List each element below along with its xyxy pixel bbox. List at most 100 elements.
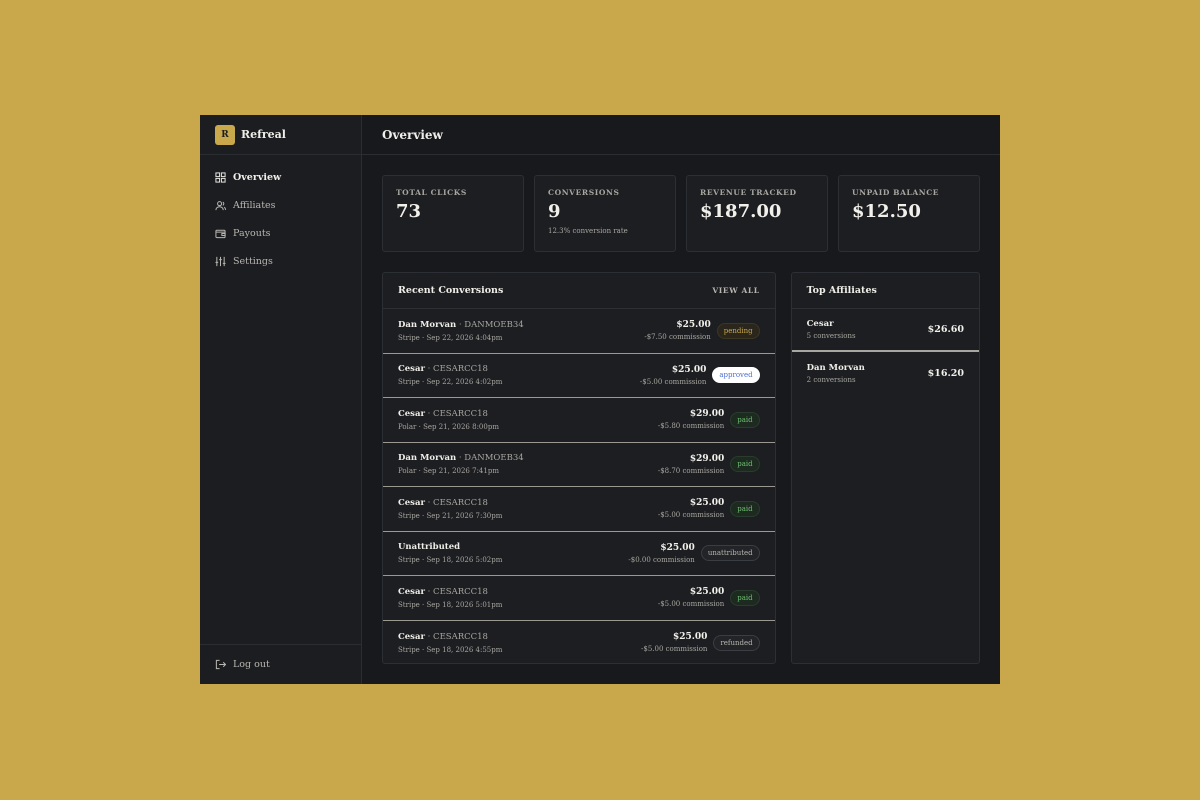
affiliate-name: Cesar xyxy=(398,586,425,597)
status-badge: paid xyxy=(730,500,760,517)
main-area: Overview TOTAL CLICKS 73 CONVERSIONS 9 1… xyxy=(362,115,1000,684)
conversion-right: $25.00 -$5.00 commission approved xyxy=(640,365,760,386)
conversion-amount: $25.00 xyxy=(672,632,708,643)
brand[interactable]: R Refreal xyxy=(200,115,361,155)
content: TOTAL CLICKS 73 CONVERSIONS 9 12.3% conv… xyxy=(362,155,1000,664)
conversion-name: Cesar · CESARCC18 xyxy=(398,632,502,642)
conversion-right: $29.00 -$8.70 commission paid xyxy=(658,454,760,475)
conversion-name: Unattributed xyxy=(398,542,502,552)
conversion-info: Unattributed Stripe · Sep 18, 2026 5:02p… xyxy=(398,542,502,564)
conversion-info: Dan Morvan · DANMOEB34 Stripe · Sep 22, … xyxy=(398,320,524,342)
panel-header: Top Affiliates xyxy=(791,273,979,309)
users-icon xyxy=(215,200,226,211)
conversion-info: Cesar · CESARCC18 Polar · Sep 21, 2026 8… xyxy=(398,409,499,431)
conversion-info: Dan Morvan · DANMOEB34 Polar · Sep 21, 2… xyxy=(398,453,524,475)
list-item[interactable]: Cesar 5 conversions $26.60 xyxy=(791,309,979,352)
page-title: Overview xyxy=(362,115,1000,155)
stat-value: 73 xyxy=(396,201,422,222)
affiliate-name: Cesar xyxy=(398,631,425,642)
conversion-commission: -$5.80 commission xyxy=(657,422,725,431)
affiliate-name: Cesar xyxy=(398,364,425,375)
affiliate-conversions: 5 conversions xyxy=(806,332,856,340)
brand-logo: R xyxy=(215,124,235,145)
affiliate-name: Unattributed xyxy=(398,542,461,553)
stats-row: TOTAL CLICKS 73 CONVERSIONS 9 12.3% conv… xyxy=(382,175,980,252)
table-row[interactable]: Dan Morvan · DANMOEB34 Polar · Sep 21, 2… xyxy=(383,443,775,487)
table-row[interactable]: Cesar · CESARCC18 Polar · Sep 21, 2026 8… xyxy=(383,398,775,443)
affiliate-info: Dan Morvan 2 conversions xyxy=(807,363,865,384)
conversion-amount: $25.00 xyxy=(689,498,725,509)
stat-value: $12.50 xyxy=(852,201,921,222)
conversion-commission: -$0.00 commission xyxy=(628,555,695,564)
conversion-info: Cesar · CESARCC18 Stripe · Sep 18, 2026 … xyxy=(398,587,502,609)
conversion-code: · CESARCC18 xyxy=(424,408,488,419)
stat-label: UNPAID BALANCE xyxy=(852,188,940,197)
stat-card-total-clicks: TOTAL CLICKS 73 xyxy=(382,175,524,252)
stat-card-revenue-tracked: REVENUE TRACKED $187.00 xyxy=(686,175,828,252)
conversion-amount: $29.00 xyxy=(689,453,725,464)
sidebar-item-label: Payouts xyxy=(233,227,271,239)
conversion-code: · CESARCC18 xyxy=(424,586,488,597)
conversion-info: Cesar · CESARCC18 Stripe · Sep 21, 2026 … xyxy=(398,498,502,520)
affiliate-name: Cesar xyxy=(398,408,425,419)
view-all-link[interactable]: VIEW ALL xyxy=(712,286,759,295)
sidebar-item-overview[interactable]: Overview xyxy=(200,163,361,191)
stat-sub: 12.3% conversion rate xyxy=(548,227,628,235)
recent-conversions-panel: Recent Conversions VIEW ALL Dan Morvan ·… xyxy=(382,272,776,664)
stat-label: TOTAL CLICKS xyxy=(396,188,467,197)
conversion-right: $25.00 -$5.00 commission refunded xyxy=(641,632,760,653)
list-item[interactable]: Dan Morvan 2 conversions $16.20 xyxy=(792,352,979,395)
logout-button[interactable]: Log out xyxy=(200,644,361,684)
conversion-name: Cesar · CESARCC18 xyxy=(398,498,502,508)
table-row[interactable]: Cesar · CESARCC18 Stripe · Sep 21, 2026 … xyxy=(383,487,775,532)
amount-block: $25.00 -$5.00 commission xyxy=(658,498,724,519)
conversion-name: Cesar · CESARCC18 xyxy=(398,587,502,597)
conversion-info: Cesar · CESARCC18 Stripe · Sep 22, 2026 … xyxy=(398,364,502,386)
conversion-amount: $25.00 xyxy=(676,320,711,331)
panel-header: Recent Conversions VIEW ALL xyxy=(383,273,775,309)
conversion-meta: Stripe · Sep 22, 2026 4:02pm xyxy=(398,378,503,387)
amount-block: $25.00 -$7.50 commission xyxy=(644,320,710,341)
status-badge: paid xyxy=(730,411,760,428)
stat-value: $187.00 xyxy=(700,201,782,222)
conversions-list: Dan Morvan · DANMOEB34 Stripe · Sep 22, … xyxy=(383,309,775,664)
conversion-meta: Stripe · Sep 18, 2026 5:02pm xyxy=(398,556,503,565)
conversion-name: Cesar · CESARCC18 xyxy=(398,409,499,419)
sidebar-nav: Overview Affiliates Payouts Settings xyxy=(200,155,361,644)
status-badge: paid xyxy=(730,456,760,473)
sidebar-item-payouts[interactable]: Payouts xyxy=(200,219,361,247)
table-row[interactable]: Cesar · CESARCC18 Stripe · Sep 22, 2026 … xyxy=(383,354,775,398)
table-row[interactable]: Cesar · CESARCC18 Stripe · Sep 18, 2026 … xyxy=(383,621,775,664)
conversion-amount: $29.00 xyxy=(689,409,725,420)
affiliate-amount: $26.60 xyxy=(927,324,964,335)
app-window: R Refreal Overview Affiliates Payouts Se… xyxy=(200,115,1000,684)
sidebar-item-affiliates[interactable]: Affiliates xyxy=(200,191,361,219)
affiliate-name: Dan Morvan xyxy=(398,319,457,330)
table-row[interactable]: Unattributed Stripe · Sep 18, 2026 5:02p… xyxy=(383,532,775,576)
conversion-amount: $25.00 xyxy=(671,364,707,375)
conversion-commission: -$7.50 commission xyxy=(644,333,711,342)
table-row[interactable]: Cesar · CESARCC18 Stripe · Sep 18, 2026 … xyxy=(383,576,775,621)
stat-label: CONVERSIONS xyxy=(548,188,620,197)
conversion-right: $25.00 -$5.00 commission paid xyxy=(658,498,760,519)
conversion-meta: Stripe · Sep 18, 2026 5:01pm xyxy=(398,600,503,609)
conversion-name: Dan Morvan · DANMOEB34 xyxy=(398,320,524,330)
conversion-commission: -$5.00 commission xyxy=(657,600,725,609)
conversion-commission: -$8.70 commission xyxy=(657,466,725,475)
amount-block: $29.00 -$5.80 commission xyxy=(658,409,724,430)
conversion-info: Cesar · CESARCC18 Stripe · Sep 18, 2026 … xyxy=(398,632,502,654)
conversion-right: $25.00 -$7.50 commission pending xyxy=(644,320,760,341)
conversion-commission: -$5.00 commission xyxy=(639,377,707,386)
table-row[interactable]: Dan Morvan · DANMOEB34 Stripe · Sep 22, … xyxy=(383,309,775,354)
conversion-commission: -$5.00 commission xyxy=(657,511,725,520)
panel-title: Top Affiliates xyxy=(806,285,877,296)
wallet-icon xyxy=(215,228,226,239)
affiliate-name: Cesar xyxy=(398,497,425,508)
panel-title: Recent Conversions xyxy=(398,285,504,296)
conversion-code: · CESARCC18 xyxy=(424,497,488,508)
affiliate-name: Dan Morvan xyxy=(806,363,865,373)
conversion-right: $25.00 -$5.00 commission paid xyxy=(658,587,760,608)
sidebar-item-settings[interactable]: Settings xyxy=(200,247,361,275)
sliders-icon xyxy=(215,256,226,267)
affiliate-conversions: 2 conversions xyxy=(806,376,856,384)
